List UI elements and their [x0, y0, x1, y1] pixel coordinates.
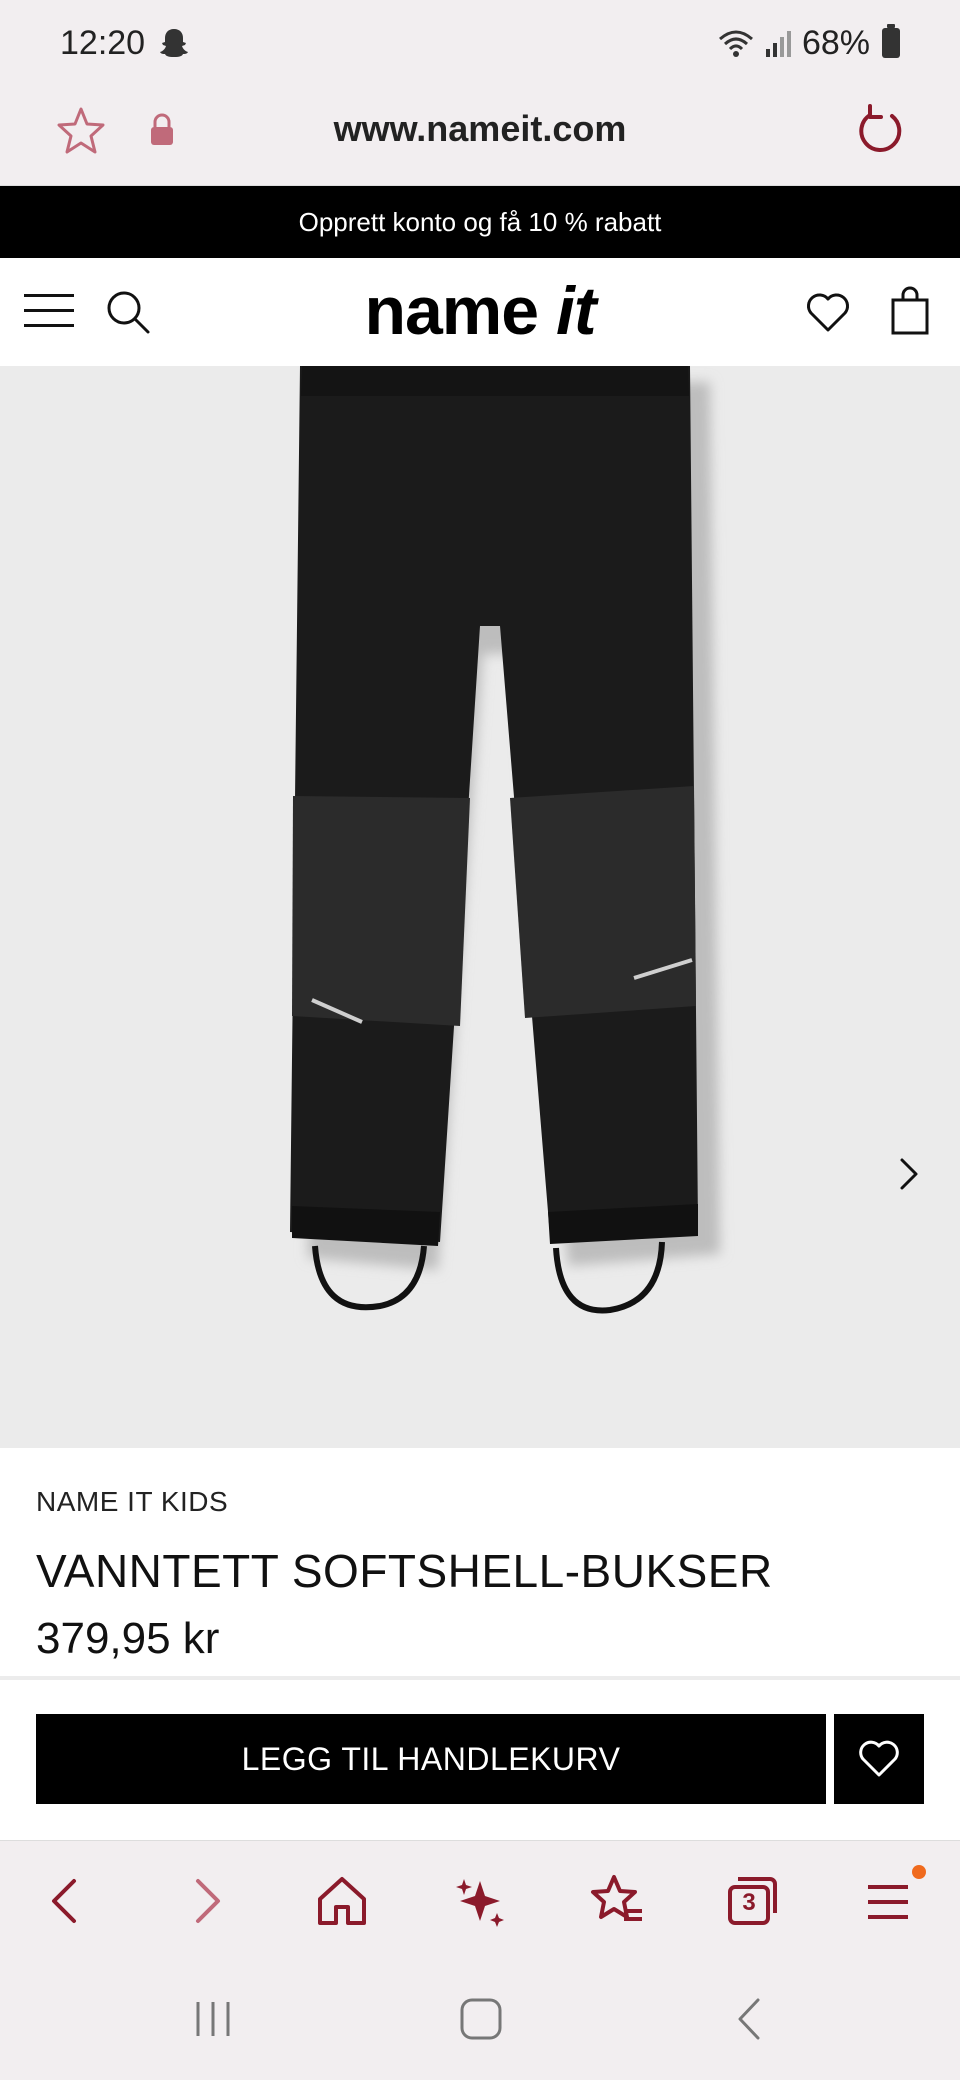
menu-icon[interactable] — [24, 290, 74, 332]
product-title: VANNTETT SOFTSHELL-BUKSER — [36, 1545, 773, 1597]
status-bar: 12:20 68% — [0, 0, 960, 86]
notification-dot — [912, 1865, 926, 1879]
product-price: 379,95 kr — [36, 1614, 220, 1663]
search-icon[interactable] — [104, 288, 152, 336]
divider — [0, 1676, 960, 1680]
browser-toolbar: 3 — [0, 1840, 960, 1960]
star-icon[interactable] — [54, 104, 108, 158]
signal-icon — [765, 31, 791, 57]
heart-icon[interactable] — [804, 288, 852, 336]
recents-icon[interactable] — [188, 1994, 238, 2044]
snapchat-icon — [160, 29, 189, 57]
battery-percent: 68% — [801, 23, 870, 62]
battery-icon — [882, 24, 900, 58]
site-header: name it — [0, 258, 960, 366]
back-icon[interactable] — [726, 1994, 776, 2044]
logo-name: name — [364, 273, 539, 349]
lock-icon[interactable] — [148, 112, 176, 148]
tabs-button[interactable]: 3 — [722, 1871, 782, 1931]
product-image[interactable] — [0, 366, 960, 1448]
tab-count: 3 — [742, 1889, 756, 1916]
status-right: 68% — [716, 24, 900, 63]
next-image-arrow[interactable] — [890, 1154, 926, 1194]
product-brand: NAME IT KIDS — [36, 1486, 229, 1517]
home-icon[interactable] — [312, 1871, 372, 1931]
home-icon[interactable] — [456, 1994, 506, 2044]
heart-icon — [859, 1740, 899, 1777]
reload-icon[interactable] — [852, 102, 908, 158]
wifi-icon — [718, 30, 753, 57]
promo-text[interactable]: Opprett konto og få 10 % rabatt — [299, 207, 662, 238]
bookmarks-icon[interactable] — [586, 1871, 646, 1931]
menu-icon[interactable] — [860, 1871, 920, 1931]
logo-it: it — [556, 273, 597, 349]
promo-banner[interactable]: Opprett konto og få 10 % rabatt — [0, 186, 960, 258]
add-to-cart-button[interactable]: LEGG TIL HANDLEKURV — [36, 1714, 826, 1804]
bag-icon[interactable] — [890, 286, 930, 336]
sparkle-icon[interactable] — [450, 1871, 510, 1931]
status-time: 12:20 — [60, 23, 146, 62]
forward-icon[interactable] — [176, 1871, 236, 1931]
back-icon[interactable] — [36, 1871, 96, 1931]
wishlist-button[interactable] — [834, 1714, 924, 1804]
system-nav-bar — [0, 1960, 960, 2080]
url-field[interactable]: www.nameit.com — [0, 108, 960, 150]
address-bar: www.nameit.com — [0, 86, 960, 186]
product-photo — [290, 366, 720, 1314]
